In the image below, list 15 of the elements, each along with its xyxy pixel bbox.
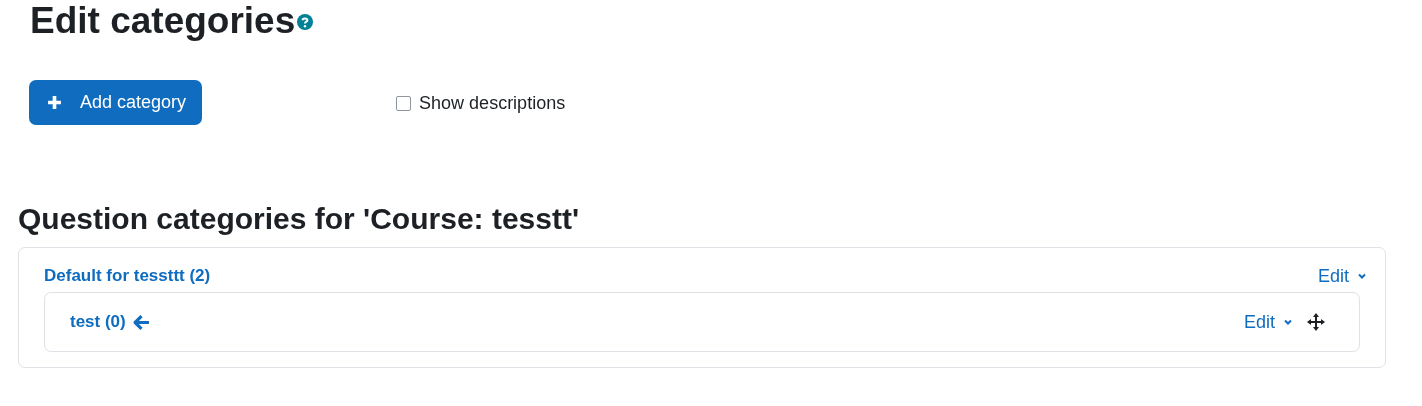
plus-icon [47,95,62,110]
move-icon[interactable] [1306,312,1326,332]
edit-menu-button[interactable]: Edit [1243,311,1293,333]
edit-menu-button[interactable]: Edit [1317,265,1367,287]
page-title: Edit categories [30,0,296,42]
caret-icon [1283,317,1293,327]
category-link[interactable]: Default for tessttt (2) [44,266,211,286]
section-title: Question categories for 'Course: tesstt' [18,201,581,237]
help-icon[interactable] [297,14,314,30]
caret-icon [1357,271,1367,281]
category-link[interactable]: test (0) [70,312,126,332]
arrow-left-icon[interactable] [132,313,150,331]
checkbox[interactable] [396,96,412,111]
checkbox-label: Show descriptions [419,93,566,114]
add-category-button[interactable]: Add category [29,80,203,125]
